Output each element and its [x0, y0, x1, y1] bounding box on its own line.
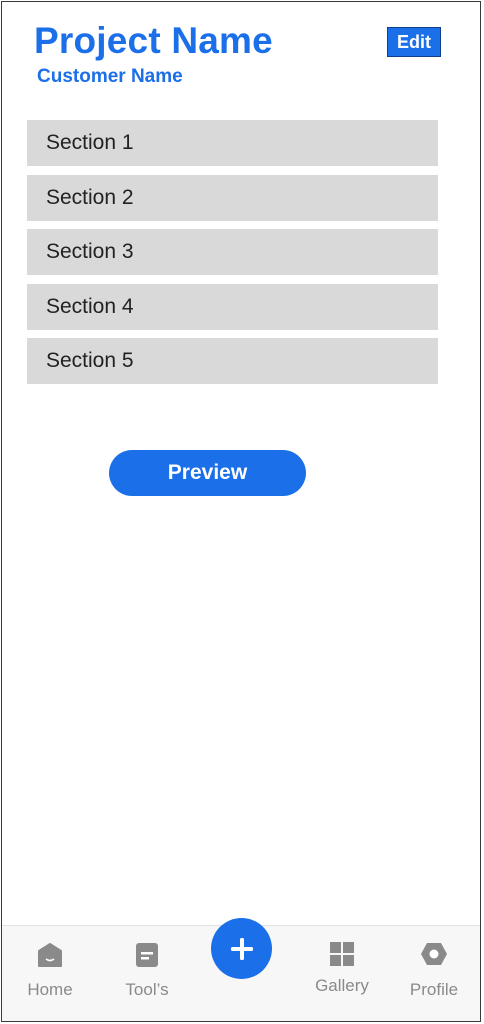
section-item-5[interactable]: Section 5	[27, 338, 438, 385]
nav-home-label: Home	[27, 980, 73, 999]
section-item-2[interactable]: Section 2	[27, 174, 438, 221]
section-item-1[interactable]: Section 1	[27, 120, 438, 166]
section-item-3[interactable]: Section 3	[27, 229, 438, 276]
nav-tools-label: Tool’s	[125, 980, 169, 999]
app-screen: Project Name Customer Name Edit Section …	[1, 1, 481, 1022]
profile-icon	[421, 943, 447, 965]
section-item-4[interactable]: Section 4	[27, 283, 438, 330]
home-icon	[38, 943, 62, 967]
customer-name: Customer Name	[37, 66, 183, 87]
add-button[interactable]	[211, 918, 272, 979]
project-title: Project Name	[34, 20, 273, 61]
nav-gallery[interactable]: Gallery	[307, 926, 377, 1021]
tools-icon	[136, 943, 158, 967]
nav-home[interactable]: Home	[15, 926, 85, 1021]
nav-gallery-label: Gallery	[315, 976, 369, 995]
nav-profile-label: Profile	[409, 980, 459, 999]
edit-button[interactable]: Edit	[387, 27, 441, 57]
preview-button[interactable]: Preview	[109, 450, 306, 496]
nav-tools[interactable]: Tool’s	[112, 926, 182, 1021]
gallery-icon	[330, 942, 354, 966]
plus-icon	[230, 937, 253, 960]
nav-profile[interactable]: Profile	[399, 926, 469, 1021]
section-list: Section 1 Section 2 Section 3 Section 4 …	[27, 120, 438, 393]
